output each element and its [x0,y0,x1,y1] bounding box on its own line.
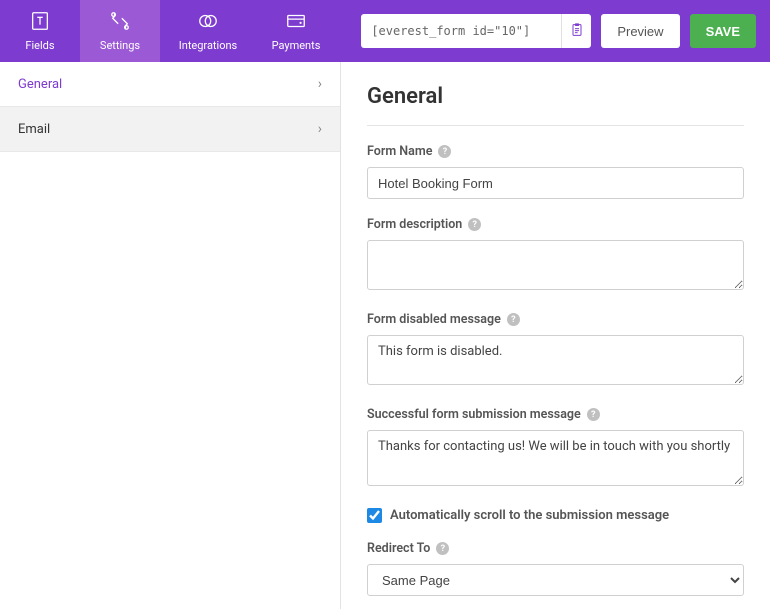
nav-label: Settings [100,39,140,52]
autoscroll-checkbox[interactable] [367,508,382,523]
nav-label: Fields [25,39,54,52]
nav-label: Integrations [179,39,237,52]
settings-sidebar: General › Email › [0,62,341,609]
shortcode-input[interactable] [361,14,561,48]
autoscroll-label: Automatically scroll to the submission m… [390,508,669,523]
save-button[interactable]: SAVE [690,14,756,48]
form-description-label: Form description [367,217,462,232]
sidebar-item-label: Email [18,122,50,137]
disabled-message-textarea[interactable]: This form is disabled. [367,335,744,385]
divider [367,125,744,126]
shortcode-group [361,14,591,48]
nav-tab-integrations[interactable]: Integrations [160,0,256,62]
copy-shortcode-button[interactable] [561,14,591,48]
form-name-label: Form Name [367,144,432,159]
payments-icon [285,10,307,35]
nav-label: Payments [272,39,321,52]
help-icon[interactable]: ? [587,408,600,421]
form-name-input[interactable] [367,167,744,199]
clipboard-icon [569,22,585,41]
form-description-textarea[interactable] [367,240,744,290]
chevron-right-icon: › [318,76,322,92]
redirect-label: Redirect To [367,541,430,556]
disabled-message-label: Form disabled message [367,312,501,327]
nav-tab-payments[interactable]: Payments [256,0,336,62]
panel-heading: General [367,84,744,109]
help-icon[interactable]: ? [468,218,481,231]
settings-panel: General Form Name ? Form description ? F… [341,62,770,609]
preview-button[interactable]: Preview [601,14,679,48]
sidebar-item-label: General [18,77,62,92]
integrations-icon [197,10,219,35]
sidebar-item-email[interactable]: Email › [0,107,340,152]
chevron-right-icon: › [318,121,322,137]
sidebar-item-general[interactable]: General › [0,62,340,107]
redirect-select[interactable]: Same Page [367,564,744,596]
success-message-label: Successful form submission message [367,407,581,422]
tools-icon [109,10,131,35]
success-message-textarea[interactable]: Thanks for contacting us! We will be in … [367,430,744,486]
help-icon[interactable]: ? [436,542,449,555]
nav-tabs: Fields Settings Integrations Payments [0,0,336,62]
top-nav-bar: Fields Settings Integrations Payments [0,0,770,62]
nav-tab-fields[interactable]: Fields [0,0,80,62]
nav-tab-settings[interactable]: Settings [80,0,160,62]
help-icon[interactable]: ? [438,145,451,158]
fields-icon [29,10,51,35]
help-icon[interactable]: ? [507,313,520,326]
